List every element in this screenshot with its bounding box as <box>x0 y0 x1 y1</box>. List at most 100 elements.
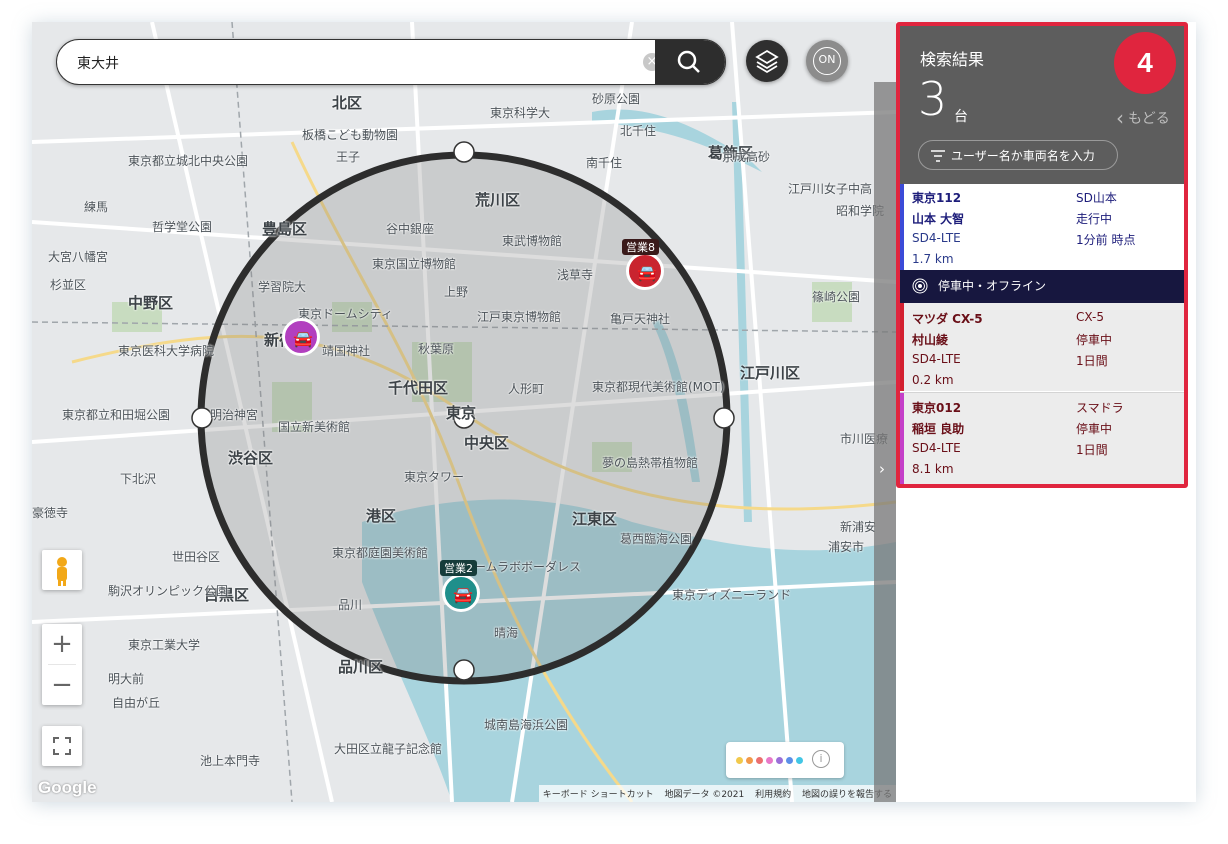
vehicle-marker-eigyou8[interactable]: 🚘 <box>626 252 664 290</box>
step-badge: 4 <box>1114 32 1176 94</box>
map-place-label: 東京工業大学 <box>128 638 201 652</box>
search-results-panel: 検索結果 3 台 4 ‹ もどる ユーザー名か車両名を入力 東京112 SD山本… <box>896 22 1196 802</box>
vehicle-status: 停車中 <box>1076 422 1113 436</box>
panel-collapse-handle[interactable]: › <box>874 82 896 802</box>
map-place-label: 晴海 <box>494 626 519 640</box>
map-place-label: 城南島海浜公園 <box>484 718 569 732</box>
pegman-icon <box>57 557 67 586</box>
car-icon: 🚘 <box>293 329 313 348</box>
legend-color-dot <box>776 757 783 764</box>
vehicle-color-bar <box>900 303 904 391</box>
terms-link[interactable]: 利用規約 <box>755 790 791 800</box>
map-place-label: 北区 <box>332 94 363 112</box>
toggle-on-label: ON <box>818 53 836 66</box>
map-place-label: 杉並区 <box>50 278 87 292</box>
vehicle-name: マツダ CX-5 <box>912 312 983 326</box>
color-legend[interactable]: i <box>726 742 844 778</box>
map-place-label: 王子 <box>336 150 361 164</box>
map-place-label: 上野 <box>444 285 469 299</box>
map-place-label: 東京ドームシティ <box>298 307 393 321</box>
map-place-label: 自由が丘 <box>112 696 161 710</box>
vehicle-time: 1日間 <box>1076 443 1108 457</box>
search-button[interactable] <box>655 40 725 84</box>
search-icon <box>677 50 700 73</box>
map-data-text: 地図データ ©2021 <box>664 790 745 800</box>
map-place-label: 江東区 <box>572 510 618 528</box>
vehicle-card[interactable]: マツダ CX-5 CX-5 村山綾 停車中 SD4-LTE 1日間 0.2 km <box>900 303 1184 391</box>
layers-icon <box>755 49 779 74</box>
layers-button[interactable] <box>746 40 788 82</box>
chevron-left-icon: ‹ <box>1116 106 1124 130</box>
map-place-label: 国立新美術館 <box>278 420 351 434</box>
results-header: 検索結果 3 台 4 ‹ もどる ユーザー名か車両名を入力 <box>900 26 1184 184</box>
fullscreen-button[interactable] <box>42 726 82 766</box>
zoom-in-button[interactable]: + <box>42 624 82 664</box>
map-place-label: 東京都庭園美術館 <box>332 546 429 560</box>
map-place-label: 千代田区 <box>388 379 449 397</box>
map-place-label: 学習院大 <box>258 280 307 294</box>
vehicle-device: SD4-LTE <box>912 231 961 245</box>
map-place-label: 明治神宮 <box>210 408 259 422</box>
vehicle-filter-input[interactable]: ユーザー名か車両名を入力 <box>918 140 1118 170</box>
zoom-out-button[interactable]: − <box>42 665 82 705</box>
legend-color-dot <box>766 757 773 764</box>
legend-color-dot <box>786 757 793 764</box>
vehicle-device: SD4-LTE <box>912 352 961 366</box>
offline-label: 停車中・オフライン <box>938 279 1047 293</box>
vehicle-marker-cx5[interactable]: 🚘 <box>282 318 320 356</box>
filter-icon <box>931 150 945 162</box>
map-place-label: 砂原公園 <box>592 92 641 106</box>
vehicle-model: スマドラ <box>1076 401 1124 415</box>
search-input[interactable] <box>75 40 619 84</box>
google-logo: Google <box>38 778 97 797</box>
map-place-label: 新浦安 <box>840 520 877 534</box>
map-place-label: 哲学堂公園 <box>152 220 213 234</box>
map-place-label: 明大前 <box>108 672 145 686</box>
map-place-label: 池上本門寺 <box>200 754 261 768</box>
info-icon[interactable]: i <box>812 750 830 768</box>
offline-section-header: 停車中・オフライン <box>900 270 1184 303</box>
vehicle-time: 1分前 時点 <box>1076 233 1136 247</box>
map-place-label: 豊島区 <box>262 220 308 238</box>
vehicle-model: SD山本 <box>1076 191 1117 205</box>
map-place-label: 東京都立和田堀公園 <box>62 408 171 422</box>
map-place-label: 東京医科大学病院 <box>118 344 215 358</box>
vehicle-user: 山本 大智 <box>912 212 965 226</box>
keyboard-shortcuts-link[interactable]: キーボード ショートカット <box>543 790 654 800</box>
map-place-label: 港区 <box>366 507 397 525</box>
back-button[interactable]: ‹ もどる <box>1116 106 1170 130</box>
vehicle-color-bar <box>900 184 904 270</box>
map-view[interactable]: 北区 板橋こども動物園 荒川区 豊島区 谷中銀座 東京国立博物館 東武博物館 浅草寺 学習院大東… <box>32 22 896 802</box>
vehicle-model: CX-5 <box>1076 310 1104 324</box>
legend-color-dot <box>746 757 753 764</box>
map-place-label: 篠崎公園 <box>812 290 861 304</box>
map-place-label: 東京都立城北中央公園 <box>128 154 249 168</box>
map-place-label: 駒沢オリンピック公園 <box>108 584 229 598</box>
map-place-label: 江戸川女子中高 <box>788 182 873 196</box>
vehicle-card[interactable]: 東京012 スマドラ 稲垣 良助 停車中 SD4-LTE 1日間 8.1 km <box>900 392 1184 484</box>
car-icon: 🚘 <box>637 263 657 282</box>
map-place-label: 東京ディズニーランド <box>672 588 792 602</box>
map-place-label: 練馬 <box>84 200 109 214</box>
map-place-label: 大田区立龍子記念館 <box>334 742 443 756</box>
vehicle-marker-label: 営業2 <box>440 560 477 576</box>
map-place-label: 中野区 <box>128 294 174 312</box>
map-place-label: チームラボボーダレス <box>462 560 582 574</box>
street-view-button[interactable] <box>42 550 82 590</box>
vehicle-time: 1日間 <box>1076 354 1108 368</box>
chevron-right-icon: › <box>879 460 885 478</box>
map-place-label: 北千住 <box>620 124 657 138</box>
filter-placeholder: ユーザー名か車両名を入力 <box>951 149 1095 163</box>
tracking-toggle[interactable]: ON <box>806 40 848 82</box>
vehicle-marker-eigyou2[interactable]: 🚘 <box>442 574 480 612</box>
legend-color-dot <box>796 757 803 764</box>
map-place-label: 浦安市 <box>828 540 865 554</box>
vehicle-distance: 0.2 km <box>912 373 954 387</box>
vehicle-card[interactable]: 東京112 SD山本 山本 大智 走行中 SD4-LTE 1分前 時点 1.7 … <box>900 184 1184 270</box>
map-place-label: 亀戸天神社 <box>610 312 671 326</box>
map-place-label: 品川区 <box>338 658 384 676</box>
map-place-label: 東京国立博物館 <box>372 257 457 271</box>
vehicle-user: 村山綾 <box>912 333 949 347</box>
results-unit: 台 <box>954 109 968 125</box>
map-place-label: 人形町 <box>508 382 545 396</box>
